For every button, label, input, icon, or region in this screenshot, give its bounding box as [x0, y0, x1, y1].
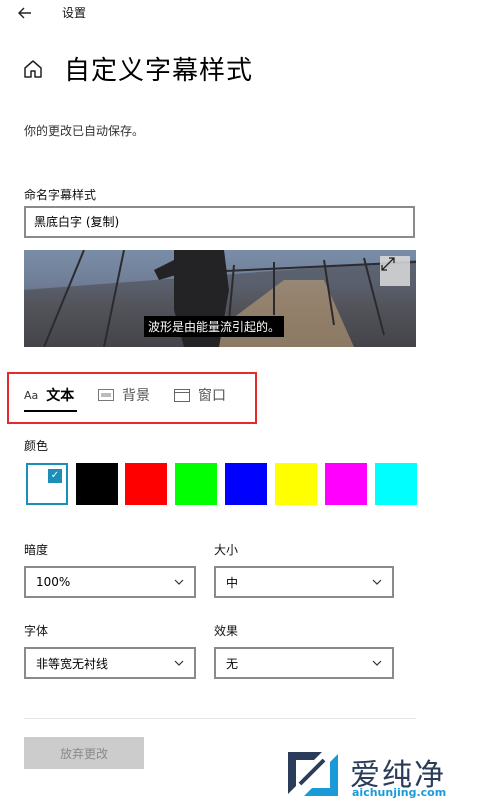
- selected-tab-indicator: [24, 410, 77, 412]
- opacity-value: 100%: [36, 575, 71, 589]
- effect-dropdown[interactable]: 无: [214, 647, 394, 679]
- chevron-down-icon: [372, 660, 382, 666]
- autosave-note: 你的更改已自动保存。: [24, 124, 145, 138]
- color-swatch-cyan[interactable]: [375, 463, 417, 505]
- color-swatch-red[interactable]: [125, 463, 167, 505]
- back-arrow-icon[interactable]: [14, 2, 36, 24]
- home-icon: [24, 60, 42, 78]
- caption-preview: 波形是由能量流引起的。: [24, 250, 416, 347]
- opacity-label: 暗度: [24, 543, 49, 557]
- watermark-url: aichunjing.com: [352, 786, 447, 799]
- opacity-dropdown[interactable]: 100%: [24, 566, 196, 598]
- effect-value: 无: [226, 656, 239, 671]
- chevron-down-icon: [174, 579, 184, 585]
- tab-background-label: 背景: [122, 388, 150, 404]
- color-swatch-yellow[interactable]: [275, 463, 317, 505]
- watermark-logo: 爱纯净 aichunjing.com: [282, 746, 472, 802]
- checkmark-icon: ✓: [48, 469, 62, 483]
- tab-window-label: 窗口: [198, 388, 226, 404]
- size-label: 大小: [214, 543, 239, 557]
- tab-window[interactable]: 窗口: [174, 384, 226, 406]
- divider: [24, 718, 416, 719]
- window-title: 设置: [62, 6, 87, 20]
- size-value: 中: [226, 575, 239, 590]
- discard-changes-button[interactable]: 放弃更改: [24, 737, 144, 769]
- text-icon: Aa: [24, 388, 39, 402]
- chevron-down-icon: [372, 579, 382, 585]
- expand-icon: [381, 257, 395, 271]
- font-dropdown[interactable]: 非等宽无衬线: [24, 647, 196, 679]
- tab-background[interactable]: 背景: [98, 384, 150, 406]
- window-icon: [174, 388, 190, 402]
- page-title: 自定义字幕样式: [64, 56, 254, 86]
- colors-label: 颜色: [24, 439, 49, 453]
- expand-preview-button[interactable]: [380, 256, 410, 286]
- style-name-input[interactable]: 黑底白字 (复制): [24, 206, 415, 238]
- font-value: 非等宽无衬线: [36, 656, 109, 671]
- tab-text-label: 文本: [46, 388, 75, 404]
- color-swatch-green[interactable]: [175, 463, 217, 505]
- name-field-label: 命名字幕样式: [24, 188, 97, 202]
- color-swatch-magenta[interactable]: [325, 463, 367, 505]
- preview-caption: 波形是由能量流引起的。: [144, 316, 285, 337]
- tab-text[interactable]: Aa 文本: [24, 384, 74, 406]
- effect-label: 效果: [214, 624, 239, 638]
- color-swatch-black[interactable]: [76, 463, 118, 505]
- font-label: 字体: [24, 624, 49, 638]
- size-dropdown[interactable]: 中: [214, 566, 394, 598]
- color-swatch-white[interactable]: ✓: [26, 463, 68, 505]
- chevron-down-icon: [174, 660, 184, 666]
- background-icon: [98, 389, 114, 401]
- color-swatch-blue[interactable]: [225, 463, 267, 505]
- watermark-logo-icon: [288, 752, 338, 796]
